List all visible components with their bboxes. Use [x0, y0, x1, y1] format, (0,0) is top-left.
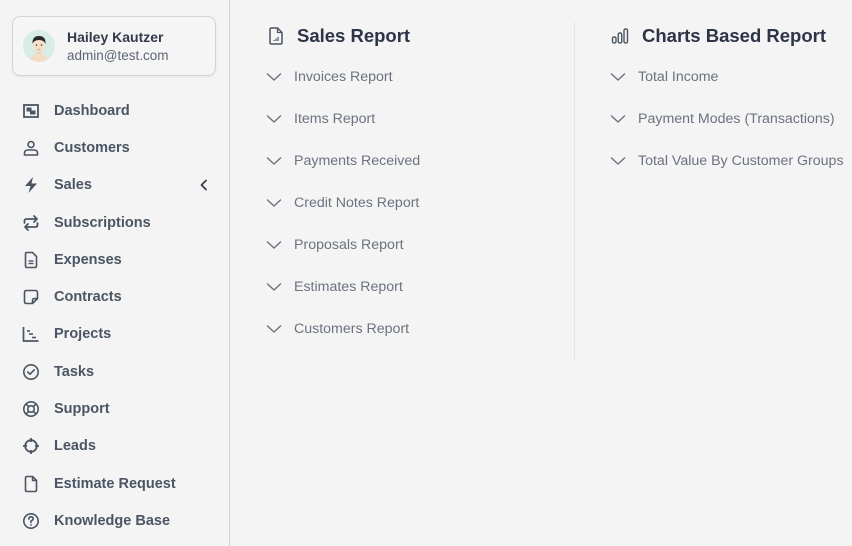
sidebar-item-contracts[interactable]: Contracts: [0, 278, 229, 315]
sidebar-item-label: Leads: [54, 438, 96, 455]
user-name: Hailey Kautzer: [67, 28, 164, 45]
charts-report-section: Charts Based Report Total Income Payment …: [610, 22, 852, 182]
repeat-icon: [22, 214, 40, 232]
question-circle-icon: [22, 512, 40, 530]
document-chart-icon: [266, 26, 286, 46]
report-item[interactable]: Proposals Report: [266, 224, 576, 266]
chevron-down-icon: [266, 283, 282, 291]
document-text-icon: [22, 251, 40, 269]
report-item-label: Estimates Report: [294, 279, 403, 295]
lifebuoy-icon: [22, 400, 40, 418]
chevron-down-icon: [610, 157, 626, 165]
report-item[interactable]: Payment Modes (Transactions): [610, 98, 852, 140]
chevron-down-icon: [266, 115, 282, 123]
sidebar-item-expenses[interactable]: Expenses: [0, 241, 229, 278]
sticky-note-icon: [22, 288, 40, 306]
section-title: Charts Based Report: [642, 25, 827, 46]
chevron-down-icon: [610, 73, 626, 81]
report-item-label: Customers Report: [294, 321, 410, 337]
user-icon: [22, 139, 40, 157]
lightning-icon: [22, 176, 40, 194]
sidebar-item-label: Dashboard: [54, 102, 130, 119]
charts-report-list: Total Income Payment Modes (Transactions)…: [610, 56, 852, 182]
sales-report-header: Sales Report: [266, 22, 576, 50]
sidebar-item-subscriptions[interactable]: Subscriptions: [0, 204, 229, 241]
report-item[interactable]: Invoices Report: [266, 56, 576, 98]
report-item[interactable]: Total Income: [610, 56, 852, 98]
sidebar-item-leads[interactable]: Leads: [0, 428, 229, 465]
sidebar-item-projects[interactable]: Projects: [0, 316, 229, 353]
report-item-label: Payments Received: [294, 153, 421, 169]
sidebar-item-tasks[interactable]: Tasks: [0, 353, 229, 390]
report-item-label: Invoices Report: [294, 69, 393, 85]
report-item-label: Proposals Report: [294, 237, 404, 253]
sidebar-item-label: Expenses: [54, 251, 122, 268]
charts-report-header: Charts Based Report: [610, 22, 852, 50]
profile-card[interactable]: Hailey Kautzer admin@test.com: [12, 16, 216, 76]
sidebar-item-support[interactable]: Support: [0, 390, 229, 427]
sidebar: Hailey Kautzer admin@test.com Dashboard …: [0, 0, 230, 546]
avatar: [23, 30, 55, 62]
report-item[interactable]: Total Value By Customer Groups: [610, 140, 852, 182]
report-item-label: Credit Notes Report: [294, 195, 420, 211]
report-item[interactable]: Customers Report: [266, 308, 576, 350]
sidebar-item-sales[interactable]: Sales: [0, 167, 229, 204]
report-item-label: Total Income: [638, 69, 719, 85]
sidebar-item-label: Estimate Request: [54, 475, 176, 492]
sidebar-item-label: Customers: [54, 139, 130, 156]
chevron-down-icon: [266, 241, 282, 249]
chevron-left-icon[interactable]: [199, 179, 209, 191]
chevron-down-icon: [266, 325, 282, 333]
section-title: Sales Report: [297, 25, 411, 46]
sidebar-item-label: Support: [54, 401, 110, 418]
sidebar-nav: Dashboard Customers Sales Subscriptions …: [0, 92, 229, 540]
dashboard-icon: [22, 102, 40, 120]
sidebar-item-dashboard[interactable]: Dashboard: [0, 92, 229, 129]
app: Hailey Kautzer admin@test.com Dashboard …: [0, 0, 852, 546]
sidebar-item-estimate-request[interactable]: Estimate Request: [0, 465, 229, 502]
sidebar-item-label: Tasks: [54, 363, 95, 380]
section-divider: [574, 22, 575, 360]
sidebar-item-label: Subscriptions: [54, 214, 151, 231]
report-item-label: Items Report: [294, 111, 376, 127]
chevron-down-icon: [266, 199, 282, 207]
crosshair-icon: [22, 437, 40, 455]
report-item-label: Payment Modes (Transactions): [638, 111, 835, 127]
sales-report-section: Sales Report Invoices Report Items Report…: [266, 22, 576, 350]
user-email: admin@test.com: [67, 47, 169, 63]
report-item-label: Total Value By Customer Groups: [638, 153, 844, 169]
report-item[interactable]: Items Report: [266, 98, 576, 140]
sidebar-item-label: Projects: [54, 326, 112, 343]
sidebar-item-label: Sales: [54, 177, 92, 194]
bar-chart-icon: [610, 26, 630, 46]
chevron-down-icon: [266, 157, 282, 165]
sidebar-item-knowledge-base[interactable]: Knowledge Base: [0, 502, 229, 539]
report-item[interactable]: Estimates Report: [266, 266, 576, 308]
report-item[interactable]: Credit Notes Report: [266, 182, 576, 224]
check-circle-icon: [22, 363, 40, 381]
sidebar-item-customers[interactable]: Customers: [0, 129, 229, 166]
file-icon: [22, 475, 40, 493]
sales-report-list: Invoices Report Items Report Payments Rece…: [266, 56, 576, 350]
chevron-down-icon: [266, 73, 282, 81]
sidebar-item-label: Contracts: [54, 289, 122, 306]
sidebar-item-label: Knowledge Base: [54, 512, 171, 529]
main-content: Sales Report Invoices Report Items Report…: [230, 0, 852, 546]
chevron-down-icon: [610, 115, 626, 123]
gantt-chart-icon: [22, 325, 40, 343]
report-item[interactable]: Payments Received: [266, 140, 576, 182]
